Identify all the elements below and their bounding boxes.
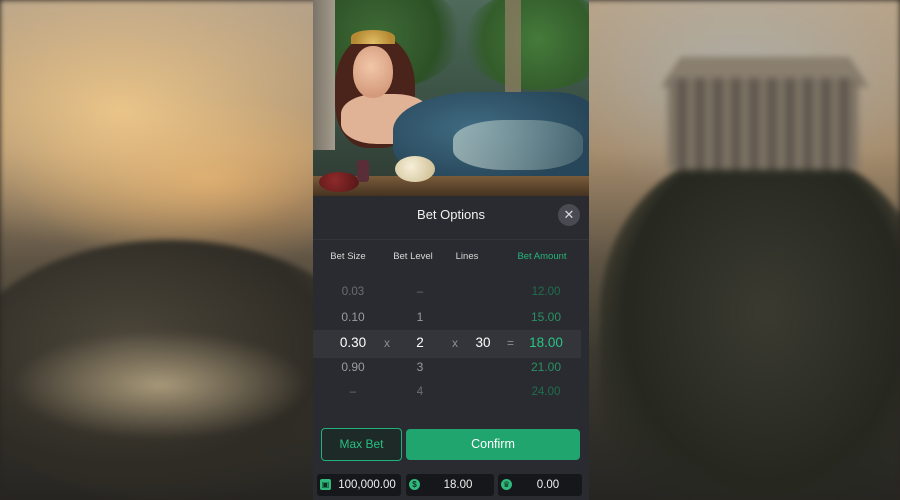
bet-size-option[interactable]: – bbox=[323, 384, 383, 400]
selected-bet-size[interactable]: 0.30 bbox=[323, 334, 383, 352]
bet-display: $ 18.00 bbox=[406, 474, 494, 496]
close-button[interactable]: ✕ bbox=[558, 204, 580, 226]
flowers bbox=[395, 156, 435, 182]
bet-amount-option[interactable]: 15.00 bbox=[516, 309, 576, 325]
balance-value: 100,000.00 bbox=[338, 479, 396, 491]
close-icon: ✕ bbox=[563, 207, 575, 222]
column-bet-level: Bet Level bbox=[393, 251, 433, 262]
equals-sign: = bbox=[507, 336, 515, 350]
bet-amount-option[interactable]: 21.00 bbox=[516, 359, 576, 375]
win-display: ♛ 0.00 bbox=[498, 474, 582, 496]
column-lines: Lines bbox=[455, 251, 479, 262]
bet-value: 18.00 bbox=[443, 479, 473, 491]
selected-bet-level[interactable]: 2 bbox=[390, 334, 450, 352]
coin-stack-icon: $ bbox=[409, 479, 420, 490]
bet-level-option[interactable]: 1 bbox=[390, 309, 450, 325]
background-cliff bbox=[600, 150, 900, 500]
column-bet-amount: Bet Amount bbox=[517, 251, 567, 262]
max-bet-button[interactable]: Max Bet bbox=[321, 428, 402, 461]
win-value: 0.00 bbox=[536, 479, 560, 491]
dialog-title: Bet Options bbox=[417, 207, 485, 222]
bet-size-option[interactable]: 0.90 bbox=[323, 359, 383, 375]
dress-drape bbox=[453, 120, 583, 170]
win-trophy-icon: ♛ bbox=[501, 479, 512, 490]
hero-artwork bbox=[313, 0, 589, 196]
grapes bbox=[319, 172, 359, 192]
bet-level-option[interactable]: – bbox=[390, 284, 450, 300]
column-bet-size: Bet Size bbox=[330, 251, 366, 262]
balance-display: ▣ 100,000.00 bbox=[317, 474, 401, 496]
goddess-face bbox=[353, 46, 393, 98]
marble-pillar bbox=[313, 0, 335, 150]
foliage bbox=[463, 0, 589, 90]
bet-size-option[interactable]: 0.03 bbox=[323, 284, 383, 300]
bet-amount-option[interactable]: 12.00 bbox=[516, 284, 576, 300]
wine-goblet bbox=[357, 160, 369, 182]
bet-size-option[interactable]: 0.10 bbox=[323, 309, 383, 325]
bet-options-sheet: Bet Options ✕ Bet Size Bet Level Lines B… bbox=[313, 196, 589, 500]
lines-value: 30 bbox=[475, 335, 491, 350]
bet-level-option[interactable]: 4 bbox=[390, 384, 450, 400]
background-temple bbox=[668, 78, 858, 170]
bet-level-option[interactable]: 3 bbox=[390, 359, 450, 375]
bet-amount-option[interactable]: 24.00 bbox=[516, 384, 576, 400]
divider bbox=[313, 239, 589, 240]
tiara bbox=[351, 30, 395, 44]
selected-bet-amount[interactable]: 18.00 bbox=[516, 334, 576, 352]
game-panel: Bet Options ✕ Bet Size Bet Level Lines B… bbox=[313, 0, 589, 500]
wallet-icon: ▣ bbox=[320, 479, 331, 490]
confirm-button[interactable]: Confirm bbox=[406, 429, 580, 460]
background-shore bbox=[10, 330, 310, 440]
